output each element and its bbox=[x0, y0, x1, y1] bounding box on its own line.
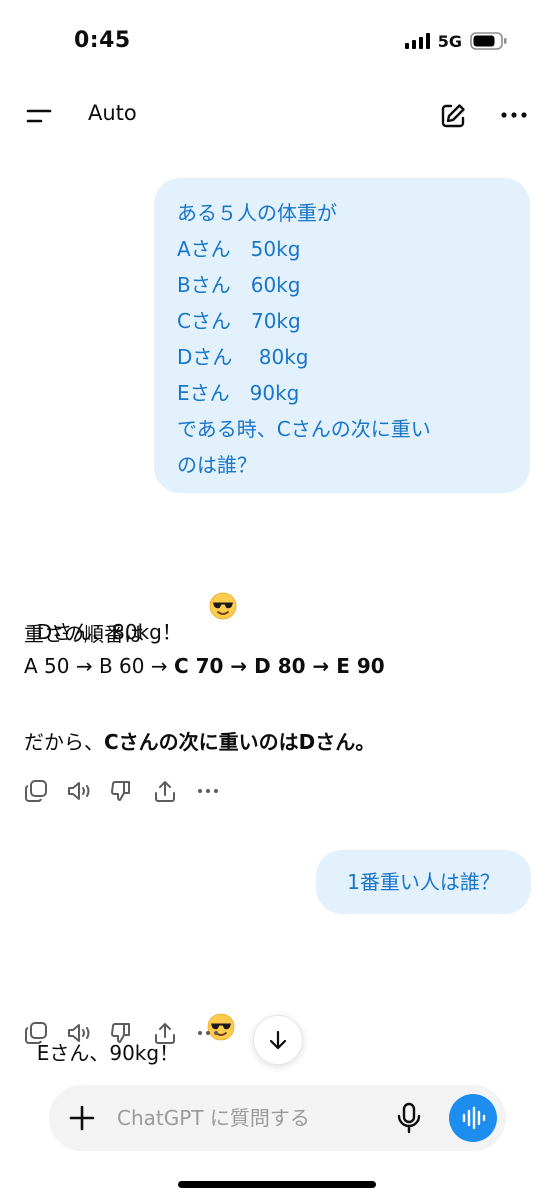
thumbs-down-icon bbox=[111, 1023, 130, 1043]
speaker-icon bbox=[68, 1024, 90, 1042]
share-icon bbox=[155, 781, 175, 802]
edit-icon bbox=[441, 104, 465, 128]
conclusion-bold-text: Cさんの次に重いのはDさん。 bbox=[104, 730, 376, 754]
plus-icon bbox=[69, 1105, 95, 1131]
feedback-button[interactable] bbox=[108, 777, 136, 805]
assistant-answer: Eさん、90kg！ bbox=[24, 965, 235, 1070]
message-input[interactable] bbox=[117, 1103, 377, 1133]
order-intro-text: 重さの順番は bbox=[24, 622, 144, 646]
message-line: Cさん 70kg bbox=[177, 309, 301, 333]
status-indicators: 5G bbox=[404, 31, 508, 51]
more-icon bbox=[501, 112, 527, 118]
message-composer bbox=[49, 1085, 506, 1151]
sidebar-menu-button[interactable] bbox=[22, 100, 56, 130]
more-options-button[interactable] bbox=[498, 102, 530, 128]
attach-button[interactable] bbox=[66, 1102, 98, 1134]
message-line: である時、Cさんの次に重い bbox=[177, 417, 431, 441]
feedback-button[interactable] bbox=[108, 1019, 136, 1047]
order-sequence: A 50 → B 60 → C 70 → D 80 → E 90 bbox=[24, 654, 385, 678]
user-message-bubble: ある５人の体重が Aさん 50kg Bさん 60kg Cさん 70kg Dさん … bbox=[154, 178, 530, 493]
new-chat-button[interactable] bbox=[437, 100, 469, 132]
more-icon bbox=[198, 1031, 218, 1035]
status-bar: 0:45 5G bbox=[0, 0, 554, 80]
voice-mode-button[interactable] bbox=[449, 1094, 497, 1142]
menu-icon bbox=[26, 109, 52, 123]
model-selector[interactable]: Auto bbox=[88, 101, 137, 125]
message-line: Bさん 60kg bbox=[177, 273, 301, 297]
copy-button[interactable] bbox=[22, 777, 50, 805]
copy-icon bbox=[25, 1022, 47, 1044]
more-icon bbox=[198, 789, 218, 793]
network-type: 5G bbox=[437, 31, 462, 51]
copy-icon bbox=[25, 780, 47, 802]
copy-button[interactable] bbox=[22, 1019, 50, 1047]
message-line: ある５人の体重が bbox=[177, 201, 337, 225]
thumbs-down-icon bbox=[111, 781, 130, 801]
speaker-icon bbox=[68, 782, 90, 800]
waveform-icon bbox=[462, 1106, 486, 1130]
message-line: のは誰？ bbox=[177, 453, 257, 477]
arrow-down-icon bbox=[269, 1030, 287, 1050]
read-aloud-button[interactable] bbox=[65, 777, 93, 805]
top-bar: Auto bbox=[0, 92, 554, 138]
message-line: Dさん 80kg bbox=[177, 345, 309, 369]
order-plain-text: A 50 → B 60 → bbox=[24, 654, 174, 678]
more-actions-button[interactable] bbox=[194, 1019, 222, 1047]
dictate-button[interactable] bbox=[393, 1101, 425, 1135]
message-text: 1番重い人は誰？ bbox=[347, 870, 500, 894]
user-message-bubble: 1番重い人は誰？ bbox=[316, 850, 531, 914]
share-icon bbox=[155, 1023, 175, 1044]
share-button[interactable] bbox=[151, 777, 179, 805]
message-actions bbox=[22, 1019, 222, 1047]
conclusion-text: だから、Cさんの次に重いのはDさん。 bbox=[24, 726, 375, 755]
order-bold-text: C 70 → D 80 → E 90 bbox=[173, 654, 385, 678]
more-actions-button[interactable] bbox=[194, 777, 222, 805]
message-line: Eさん 90kg bbox=[177, 381, 300, 405]
battery-icon bbox=[470, 31, 508, 51]
read-aloud-button[interactable] bbox=[65, 1019, 93, 1047]
status-time: 0:45 bbox=[74, 28, 131, 53]
message-actions bbox=[22, 777, 222, 805]
cellular-signal-icon bbox=[404, 33, 430, 49]
scroll-to-bottom-button[interactable] bbox=[253, 1015, 303, 1065]
sunglasses-emoji-icon bbox=[184, 568, 237, 649]
share-button[interactable] bbox=[151, 1019, 179, 1047]
conclusion-prefix: だから、 bbox=[24, 730, 104, 754]
message-line: Aさん 50kg bbox=[177, 237, 301, 261]
home-indicator bbox=[178, 1181, 376, 1188]
microphone-icon bbox=[397, 1102, 421, 1134]
